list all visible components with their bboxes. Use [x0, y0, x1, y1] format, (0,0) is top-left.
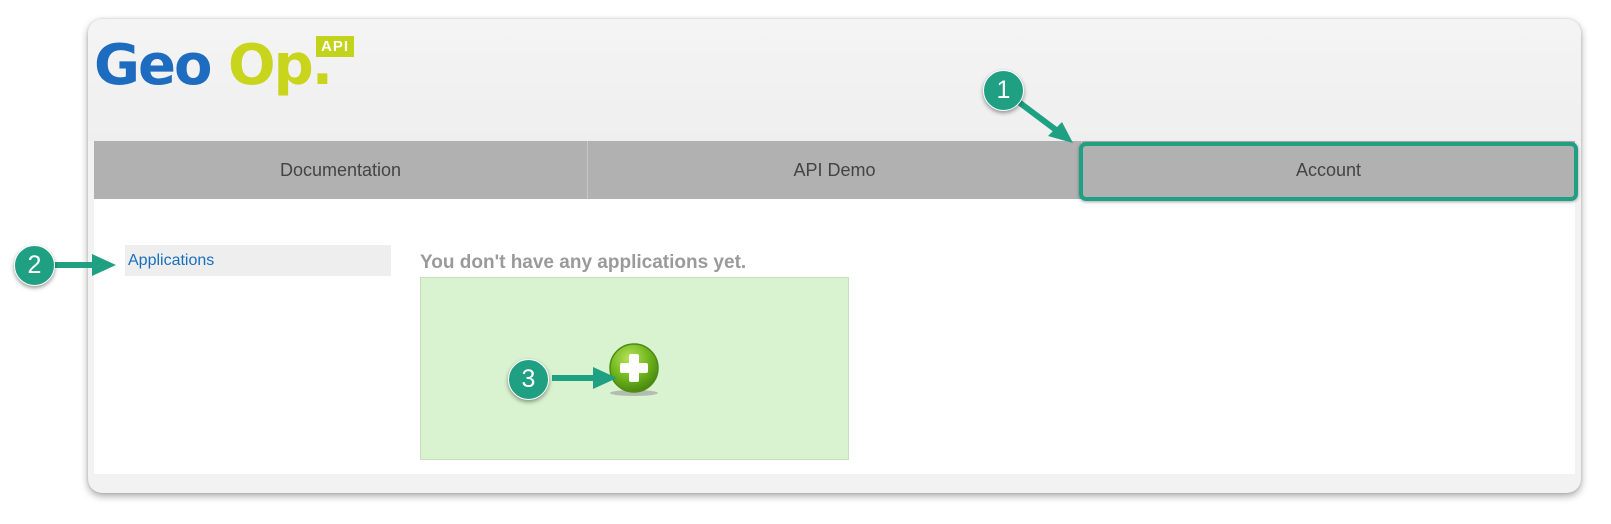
arrow-3-head — [593, 367, 617, 389]
callout-1: 1 — [983, 70, 1024, 111]
arrow-2-head — [92, 254, 116, 276]
callout-3: 3 — [508, 359, 549, 400]
annotation-overlay: 1 2 3 — [0, 0, 1611, 524]
annotation-arrows — [52, 97, 1073, 389]
callout-2: 2 — [14, 245, 55, 286]
